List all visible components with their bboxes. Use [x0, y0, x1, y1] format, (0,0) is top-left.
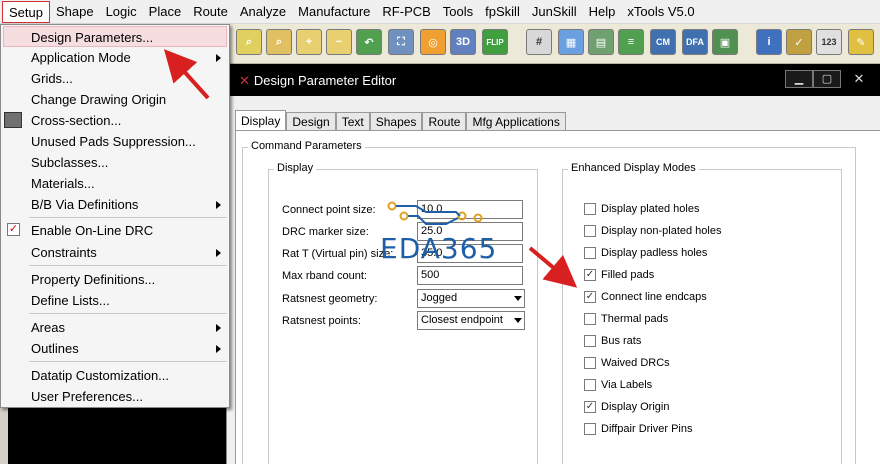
arrow-to-filled-pads	[528, 246, 578, 288]
annotation-arrows	[163, 49, 578, 288]
arrow-to-design-parameters	[163, 49, 210, 100]
